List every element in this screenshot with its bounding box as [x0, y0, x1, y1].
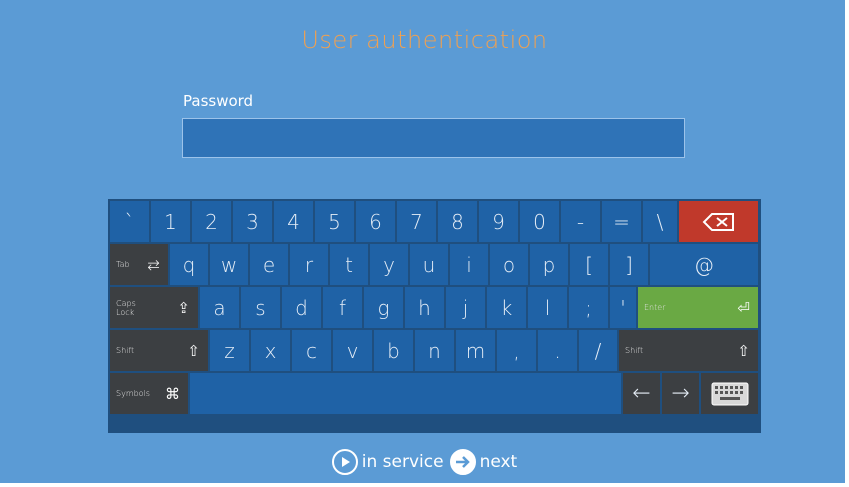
- arrow-right-icon: [449, 449, 476, 475]
- key-enter[interactable]: Enter ⏎: [638, 287, 758, 328]
- keyboard-icon: [711, 382, 748, 405]
- backspace-icon: [702, 212, 734, 231]
- in-service-label: in service: [361, 452, 444, 472]
- enter-icon: ⏎: [737, 298, 750, 317]
- on-screen-keyboard: ` 1 2 3 4 5 6 7 8 9 0 - = \ Tab ⇄ q w e …: [108, 199, 761, 433]
- key-p[interactable]: p: [530, 244, 568, 285]
- password-label: Password: [183, 92, 254, 110]
- shift-icon: ⇧: [737, 341, 750, 360]
- key-1[interactable]: 1: [151, 201, 190, 242]
- in-service-button[interactable]: in service: [331, 449, 444, 475]
- key-g[interactable]: g: [364, 287, 403, 328]
- key-z[interactable]: z: [210, 330, 249, 371]
- key-x[interactable]: x: [251, 330, 290, 371]
- key-v[interactable]: v: [333, 330, 372, 371]
- key-t[interactable]: t: [330, 244, 368, 285]
- key-right-arrow[interactable]: →: [662, 373, 699, 414]
- key-slash[interactable]: /: [579, 330, 617, 371]
- key-a[interactable]: a: [200, 287, 239, 328]
- next-button[interactable]: next: [449, 449, 518, 475]
- key-symbols[interactable]: Symbols ⌘: [110, 373, 188, 414]
- key-space[interactable]: [190, 373, 621, 414]
- shift-icon: ⇧: [187, 341, 200, 360]
- key-3[interactable]: 3: [233, 201, 272, 242]
- key-shift-right[interactable]: Shift ⇧: [619, 330, 758, 371]
- key-tab[interactable]: Tab ⇄: [110, 244, 168, 285]
- key-y[interactable]: y: [370, 244, 408, 285]
- key-k[interactable]: k: [487, 287, 526, 328]
- key-4[interactable]: 4: [274, 201, 313, 242]
- key-d[interactable]: d: [282, 287, 321, 328]
- key-shift-left[interactable]: Shift ⇧: [110, 330, 208, 371]
- key-i[interactable]: i: [450, 244, 488, 285]
- key-b[interactable]: b: [374, 330, 413, 371]
- key-c[interactable]: c: [292, 330, 331, 371]
- tab-label: Tab: [116, 260, 130, 269]
- shift-label: Shift: [116, 346, 135, 355]
- key-5[interactable]: 5: [315, 201, 354, 242]
- key-h[interactable]: h: [405, 287, 444, 328]
- key-e[interactable]: e: [250, 244, 288, 285]
- key-at[interactable]: @: [650, 244, 758, 285]
- key-8[interactable]: 8: [438, 201, 477, 242]
- footer-nav: in service next: [0, 442, 849, 482]
- key-hide-keyboard[interactable]: [701, 373, 758, 414]
- shift-label: Shift: [625, 346, 644, 355]
- key-r[interactable]: r: [290, 244, 328, 285]
- key-left-arrow[interactable]: ←: [623, 373, 660, 414]
- key-semicolon[interactable]: ;: [569, 287, 608, 328]
- key-right-bracket[interactable]: ]: [610, 244, 648, 285]
- caps-lock-icon: ⇪: [177, 298, 190, 317]
- key-u[interactable]: u: [410, 244, 448, 285]
- password-input[interactable]: [182, 118, 685, 158]
- command-icon: ⌘: [165, 384, 180, 403]
- key-f[interactable]: f: [323, 287, 362, 328]
- key-minus[interactable]: -: [561, 201, 600, 242]
- next-label: next: [479, 452, 518, 472]
- key-backslash[interactable]: \: [643, 201, 677, 242]
- key-6[interactable]: 6: [356, 201, 395, 242]
- key-j[interactable]: j: [446, 287, 485, 328]
- key-left-bracket[interactable]: [: [570, 244, 608, 285]
- symbols-label: Symbols: [116, 389, 150, 398]
- play-icon: [331, 449, 358, 475]
- key-n[interactable]: n: [415, 330, 454, 371]
- caps-lock-label: Caps Lock: [116, 298, 136, 317]
- key-backtick[interactable]: `: [110, 201, 149, 242]
- key-0[interactable]: 0: [520, 201, 559, 242]
- page-title: User authentication: [301, 26, 548, 54]
- enter-label: Enter: [644, 303, 666, 312]
- key-2[interactable]: 2: [192, 201, 231, 242]
- key-apostrophe[interactable]: ': [610, 287, 636, 328]
- key-period[interactable]: .: [538, 330, 577, 371]
- key-equals[interactable]: =: [602, 201, 641, 242]
- key-m[interactable]: m: [456, 330, 495, 371]
- key-comma[interactable]: ,: [497, 330, 536, 371]
- key-w[interactable]: w: [210, 244, 248, 285]
- key-s[interactable]: s: [241, 287, 280, 328]
- tab-arrows-icon: ⇄: [147, 255, 160, 274]
- key-q[interactable]: q: [170, 244, 208, 285]
- key-7[interactable]: 7: [397, 201, 436, 242]
- key-9[interactable]: 9: [479, 201, 518, 242]
- key-o[interactable]: o: [490, 244, 528, 285]
- key-backspace[interactable]: [679, 201, 758, 242]
- key-caps-lock[interactable]: Caps Lock ⇪: [110, 287, 198, 328]
- key-l[interactable]: l: [528, 287, 567, 328]
